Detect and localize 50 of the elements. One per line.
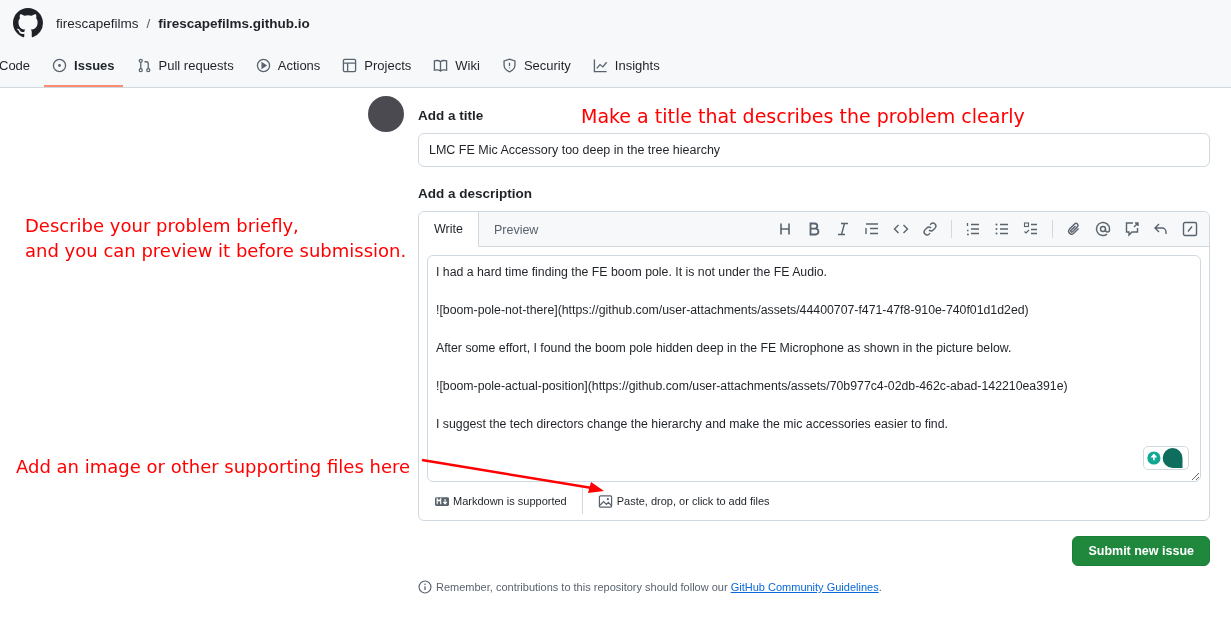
graph-icon xyxy=(592,58,608,73)
footer-note: Remember, contributions to this repository should follow our GitHub Community Guidelines. xyxy=(436,581,882,593)
heading-icon[interactable] xyxy=(777,221,793,237)
cross-reference-icon[interactable] xyxy=(1124,221,1140,237)
mention-icon[interactable] xyxy=(1095,221,1111,237)
assistant-widget-icon[interactable] xyxy=(1143,446,1189,470)
paperclip-icon[interactable] xyxy=(1066,221,1082,237)
nav-tab[interactable]: Wiki xyxy=(425,46,488,87)
path-separator: / xyxy=(146,15,151,31)
numbered-list-icon[interactable] xyxy=(965,221,981,237)
task-list-icon[interactable] xyxy=(1023,221,1039,237)
title-input-field[interactable]: LMC FE Mic Accessory too deep in the tree hiearchy xyxy=(418,133,1210,167)
reply-icon[interactable] xyxy=(1153,221,1169,237)
submit-button[interactable]: Submit new issue xyxy=(1072,536,1210,566)
play-icon xyxy=(255,58,271,73)
description-label: Add a description xyxy=(418,186,532,201)
editor-tab[interactable]: Preview xyxy=(478,212,554,247)
pull-request-icon xyxy=(136,58,152,73)
slash-command-icon[interactable] xyxy=(1182,221,1198,237)
nav-tab[interactable]: Security xyxy=(493,46,579,87)
annotation-text: Describe your problem briefly, and you can preview it before submission. xyxy=(25,214,407,263)
title-label: Add a title xyxy=(418,108,484,123)
issue-circle-icon xyxy=(52,58,68,73)
link-icon[interactable] xyxy=(922,221,938,237)
markdown-icon xyxy=(435,496,449,506)
nav-tab[interactable]: Issues xyxy=(44,46,123,87)
nav-tab[interactable]: Pull requests xyxy=(128,46,242,87)
nav-tab[interactable]: Insights xyxy=(584,46,668,87)
image-icon xyxy=(597,493,613,509)
annotation-text: Make a title that describes the problem clearly xyxy=(581,104,1025,129)
nav-tab[interactable]: Code xyxy=(0,46,39,87)
owner-link[interactable]: firescapefilms xyxy=(56,15,139,31)
guidelines-link[interactable]: GitHub Community Guidelines xyxy=(730,581,879,593)
quote-icon[interactable] xyxy=(864,221,880,237)
repo-name-link[interactable]: firescapefilms.github.io xyxy=(158,15,310,31)
italic-icon[interactable] xyxy=(835,221,851,237)
attach-files-button[interactable]: Paste, drop, or click to add files xyxy=(597,493,770,509)
markdown-note[interactable]: Markdown is supported xyxy=(435,495,567,507)
github-logo-icon[interactable] xyxy=(13,8,43,38)
editor-tab[interactable]: Write xyxy=(419,212,479,247)
shield-icon xyxy=(501,58,517,73)
info-icon xyxy=(418,580,432,594)
description-input-field[interactable]: I had a hard time finding the FE boom pole. It is not under the FE Audio. ![boom-pole-not-there](https://github.com/user-attachments/assets/44400707-f471-47f8-910e-740f01d1d2ed) After some effort, I found the boom pole hidden deep in the FE Microphone as shown in the picture below. ![boom-pole-actual-position](https://github.com/user-attachments/assets/70b977c4-02db-462c-abad-142210ea391e) I suggest the tech directors change the hierarchy and make the mic accessories easier to find. xyxy=(427,255,1201,482)
book-icon xyxy=(433,58,449,73)
bullet-list-icon[interactable] xyxy=(994,221,1010,237)
annotation-text: Add an image or other supporting files here xyxy=(16,455,411,479)
nav-tab[interactable]: Actions xyxy=(247,46,329,87)
nav-tab[interactable]: Projects xyxy=(334,46,420,87)
table-icon xyxy=(342,58,358,73)
avatar-photo-placeholder xyxy=(368,96,404,132)
